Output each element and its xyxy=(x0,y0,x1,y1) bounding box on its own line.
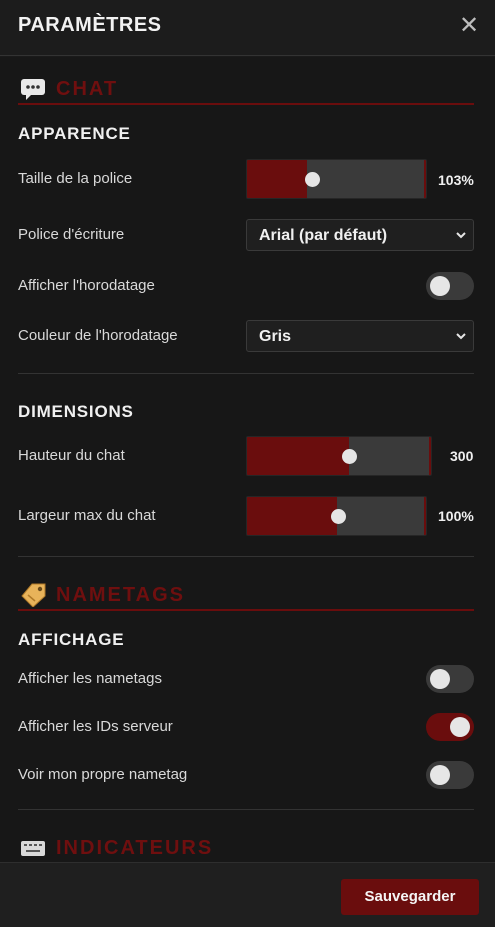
font-size-slider[interactable] xyxy=(246,159,427,199)
slider-end xyxy=(424,160,426,198)
save-button[interactable]: Sauvegarder xyxy=(341,879,479,915)
show-nametags-toggle[interactable] xyxy=(426,665,474,693)
divider xyxy=(18,373,474,374)
see-own-nametag-toggle[interactable] xyxy=(426,761,474,789)
chat-bubble-icon xyxy=(21,79,45,100)
chat-width-slider[interactable] xyxy=(246,496,427,536)
chevron-down-icon xyxy=(456,232,466,239)
toggle-knob xyxy=(450,717,470,737)
toggle-knob xyxy=(430,276,450,296)
slider-fill xyxy=(247,160,307,198)
section-header-nametags: NAMETAGS xyxy=(18,581,474,611)
font-size-label: Taille de la police xyxy=(18,170,133,187)
subsection-title-affichage: AFFICHAGE xyxy=(18,630,125,649)
chevron-down-icon xyxy=(456,333,466,340)
show-server-ids-label: Afficher les IDs serveur xyxy=(18,718,173,735)
chat-width-value: 100% xyxy=(438,508,474,524)
slider-thumb[interactable] xyxy=(342,449,357,464)
slider-thumb[interactable] xyxy=(305,172,320,187)
font-family-select[interactable]: Arial (par défaut) xyxy=(246,219,474,251)
divider xyxy=(18,809,474,810)
section-header-chat: CHAT xyxy=(18,75,474,105)
section-title-indicateurs: INDICATEURS xyxy=(56,837,214,859)
keyboard-icon xyxy=(21,841,45,856)
settings-header: PARAMÈTRES ✕ xyxy=(0,0,495,56)
timestamp-color-value: Gris xyxy=(259,328,292,345)
slider-end xyxy=(424,497,426,535)
section-header-indicateurs: INDICATEURS xyxy=(18,834,474,862)
font-family-label: Police d'écriture xyxy=(18,226,125,243)
slider-end xyxy=(429,437,431,475)
close-icon[interactable]: ✕ xyxy=(457,12,481,40)
section-title-nametags: NAMETAGS xyxy=(56,584,185,606)
chat-width-label: Largeur max du chat xyxy=(18,507,156,524)
footer: Sauvegarder xyxy=(0,862,495,927)
slider-fill xyxy=(247,437,349,475)
page-title: PARAMÈTRES xyxy=(18,14,162,36)
subsection-title-apparence: APPARENCE xyxy=(18,124,131,143)
show-nametags-label: Afficher les nametags xyxy=(18,670,162,687)
show-timestamp-label: Afficher l'horodatage xyxy=(18,277,155,294)
font-family-value: Arial (par défaut) xyxy=(259,227,388,244)
subsection-title-dimensions: DIMENSIONS xyxy=(18,402,134,421)
settings-content[interactable]: CHAT APPARENCE Taille de la police 103% … xyxy=(0,57,495,862)
font-size-value: 103% xyxy=(438,172,474,188)
timestamp-color-select[interactable]: Gris xyxy=(246,320,474,352)
slider-thumb[interactable] xyxy=(331,509,346,524)
show-timestamp-toggle[interactable] xyxy=(426,272,474,300)
see-own-nametag-label: Voir mon propre nametag xyxy=(18,766,188,783)
timestamp-color-label: Couleur de l'horodatage xyxy=(18,327,178,344)
section-title-chat: CHAT xyxy=(56,78,119,100)
show-server-ids-toggle[interactable] xyxy=(426,713,474,741)
toggle-knob xyxy=(430,669,450,689)
divider xyxy=(18,556,474,557)
chat-height-label: Hauteur du chat xyxy=(18,447,125,464)
chat-height-slider[interactable] xyxy=(246,436,432,476)
toggle-knob xyxy=(430,765,450,785)
slider-fill xyxy=(247,497,337,535)
chat-height-value: 300 xyxy=(450,448,474,464)
tag-icon xyxy=(21,583,46,607)
